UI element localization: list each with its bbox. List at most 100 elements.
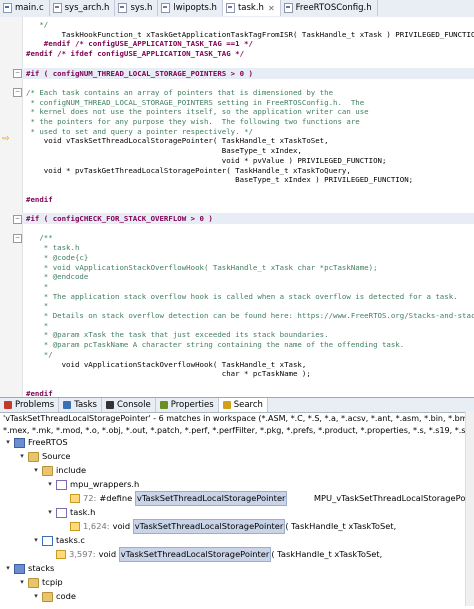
editor-tab-main-c[interactable]: main.c [0, 0, 50, 16]
properties-icon [159, 401, 168, 409]
code-line-text: * Details on stack overflow detection ca… [26, 311, 474, 320]
expand-toggle-icon[interactable]: ▾ [32, 590, 40, 603]
fold-toggle-icon[interactable]: − [13, 233, 22, 243]
tree-node-label: code [56, 591, 77, 601]
tree-node-label: Source [42, 451, 71, 461]
bottom-tab-tasks[interactable]: Tasks [59, 398, 102, 412]
project-icon [14, 437, 25, 448]
bottom-tab-label: Tasks [74, 400, 97, 410]
close-tab-icon[interactable]: ✕ [268, 4, 275, 13]
tree-node-code[interactable]: ▾ code [32, 590, 76, 603]
editor-tab-lwipopts-h[interactable]: lwipopts.h [158, 0, 223, 16]
fold-toggle-icon[interactable]: − [13, 88, 22, 98]
results-scrollbar[interactable] [465, 411, 474, 606]
match-prefix: #define [99, 493, 135, 503]
code-line-text: #endif [26, 194, 53, 204]
code-line-text: #if ( configNUM_THREAD_LOCAL_STORAGE_POI… [26, 68, 253, 78]
bottom-tab-problems[interactable]: Problems [0, 398, 60, 412]
expand-toggle-icon[interactable]: ▾ [46, 478, 54, 491]
code-line-text: char * pcTaskName ); [26, 369, 311, 379]
tree-node-source[interactable]: ▾ Source [18, 450, 71, 463]
code-line-text: void * pvValue ) PRIVILEGED_FUNCTION; [26, 155, 387, 165]
match-prefix: void [112, 521, 133, 531]
code-line-text: /* Each task contains an array of pointe… [26, 87, 334, 97]
code-line-text: void * pvTaskGetThreadLocalStoragePointe… [26, 165, 351, 175]
header-file-icon [52, 3, 62, 13]
code-line-text: * @param pcTaskName A character string c… [26, 340, 405, 350]
editor-tab-sys-arch-h[interactable]: sys_arch.h [50, 0, 116, 16]
match-line-number: 1,624: [83, 521, 110, 531]
tree-node-label: task.h [70, 507, 96, 517]
tree-node-label: mpu_wrappers.h [70, 479, 140, 489]
editor-tab-label: sys_arch.h [64, 3, 110, 13]
tree-node-label: stacks [28, 563, 55, 573]
expand-toggle-icon[interactable]: ▾ [32, 464, 40, 477]
search-results-tree[interactable]: ▾ FreeRTOS ▾ Source ▾ include ▾ mpu_wrappers.h 7… [0, 436, 466, 609]
tree-node-freertos[interactable]: ▾ FreeRTOS [4, 436, 68, 449]
code-line-text: void vTaskSetThreadLocalStoragePointer( … [26, 136, 329, 146]
code-line-text: * task.h [26, 243, 80, 253]
code-line-text: #endif /* ifdef configUSE_APPLICATION_TA… [26, 49, 245, 59]
search-match-row[interactable]: 3,597: void vTaskSetThreadLocalStoragePoi… [46, 547, 383, 562]
editor-tab-task-h[interactable]: task.h ✕ [222, 0, 281, 16]
code-line-text: */ [26, 20, 49, 29]
code-line-text: * used to set and query a pointer respec… [26, 126, 253, 136]
editor-tab-freertosconfig-h[interactable]: FreeRTOSConfig.h [281, 0, 378, 16]
code-line-text: * [26, 301, 49, 311]
match-highlight: vTaskSetThreadLocalStoragePointer [134, 491, 288, 506]
folder-icon [42, 465, 53, 476]
tree-node-mpu-wrappers-h[interactable]: ▾ mpu_wrappers.h [46, 478, 139, 491]
bottom-tab-label: Console [116, 400, 151, 410]
problems-icon [4, 401, 12, 409]
match-suffix: ( TaskHandle_t xTaskToSet, [285, 521, 397, 531]
fold-toggle-icon[interactable]: − [13, 214, 22, 224]
expand-toggle-icon[interactable]: ▾ [32, 534, 40, 547]
code-line-text: #if ( configCHECK_FOR_STACK_OVERFLOW > 0… [26, 214, 213, 223]
code-line-text: * [26, 281, 49, 291]
code-line-text: TaskHookFunction_t xTaskGetApplicationTa… [26, 29, 474, 39]
project-icon [14, 563, 25, 574]
code-line-text: void vApplicationStackOverflowHook( Task… [26, 359, 307, 369]
expand-toggle-icon[interactable]: ▾ [4, 562, 12, 575]
tree-node-label: FreeRTOS [28, 437, 68, 447]
editor-tab-sys-h[interactable]: sys.h [115, 0, 159, 16]
code-editor[interactable]: */ TaskHookFunction_t xTaskGetApplicatio… [0, 17, 474, 397]
tree-node-label: include [56, 465, 87, 475]
code-line: #endif [22, 388, 474, 397]
search-match-row[interactable]: 72: #define vTaskSetThreadLocalStoragePoi… [60, 491, 466, 506]
header-file-icon [56, 479, 67, 490]
tree-node-include[interactable]: ▾ include [32, 464, 86, 477]
expand-toggle-icon[interactable]: ▾ [46, 506, 54, 519]
bottom-tab-label: Search [233, 400, 263, 410]
code-line-text: * configNUM_THREAD_LOCAL_STORAGE_POINTER… [26, 97, 365, 107]
code-line-text: * @param xTask the task that just exceed… [26, 330, 329, 340]
bottom-tab-bar: Problems Tasks Console Properties Search [0, 398, 474, 413]
c-file-icon [42, 535, 53, 546]
code-line-text: BaseType_t xIndex, [26, 146, 302, 156]
expand-toggle-icon[interactable]: ▾ [18, 576, 26, 589]
fold-toggle-icon[interactable]: − [13, 69, 22, 78]
code-line-text: * The application stack overflow hook is… [26, 291, 458, 301]
bottom-tab-search[interactable]: Search [218, 398, 268, 412]
folder-icon [42, 591, 53, 602]
header-file-icon [283, 3, 293, 13]
tree-node-stacks[interactable]: ▾ stacks [4, 562, 54, 575]
match-prefix: void [98, 549, 119, 559]
expand-toggle-icon[interactable]: ▾ [18, 450, 26, 463]
expand-toggle-icon[interactable]: ▾ [4, 436, 12, 449]
tree-node-task-h[interactable]: ▾ task.h [46, 506, 95, 519]
tree-node-tcpip[interactable]: ▾ tcpip [18, 576, 63, 589]
header-file-icon [56, 507, 67, 518]
search-match-row[interactable]: 1,624: void vTaskSetThreadLocalStoragePoi… [60, 519, 397, 534]
tree-node-tasks-c[interactable]: ▾ tasks.c [32, 534, 85, 547]
match-suffix: ( TaskHandle_t xTaskToSet, [271, 549, 383, 559]
bottom-tab-label: Properties [170, 400, 214, 410]
bottom-tab-properties[interactable]: Properties [156, 398, 219, 412]
match-suffix: MPU_vTaskSetThreadLocalStoragePointer [287, 493, 466, 503]
editor-tab-bar: main.c sys_arch.h sys.h lwipopts.h task.h ✕ Fr… [0, 0, 474, 18]
bottom-tab-console[interactable]: Console [102, 398, 156, 412]
